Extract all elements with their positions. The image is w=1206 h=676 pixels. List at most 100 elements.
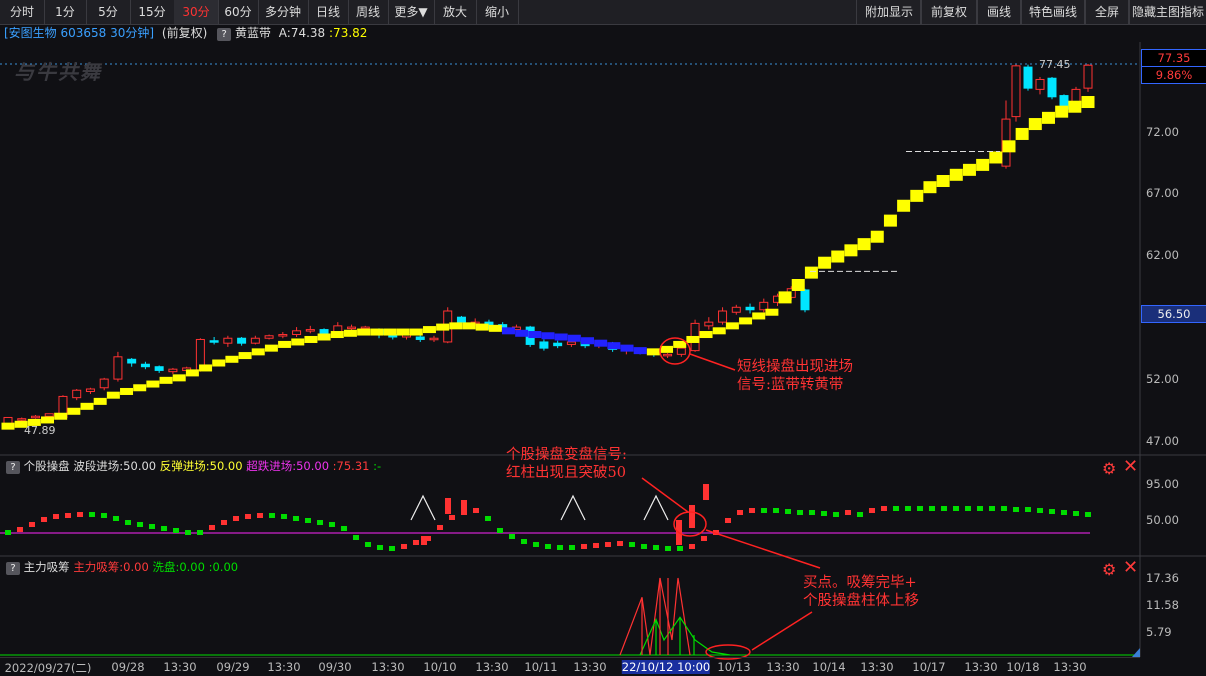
panel-stock-operation-title: ? 个股操盘 波段进场:50.00 反弹进场:50.00 超跌进场:50.00 … (0, 458, 381, 474)
signal-bar (445, 498, 451, 514)
operation-bar (197, 530, 203, 535)
date-label: 22/10/12 10:00 (621, 660, 711, 674)
band-segment (620, 344, 634, 352)
panel3-tick: 11.58 (1146, 598, 1179, 612)
candle-body (566, 341, 576, 345)
candle-body (731, 306, 741, 313)
annotation-arrow (705, 529, 821, 569)
operation-bar (161, 526, 167, 531)
operation-bar (41, 517, 47, 522)
operation-bar (113, 516, 119, 521)
operation-bar (989, 506, 995, 511)
panel2-tick: 95.00 (1146, 477, 1179, 491)
operation-bar (845, 510, 851, 515)
operation-bar (893, 506, 899, 511)
band-segment (264, 344, 278, 352)
date-label: 10/10 (423, 660, 457, 674)
band-segment (172, 374, 186, 382)
operation-bar (449, 515, 455, 520)
band-segment (212, 359, 226, 367)
candle-body (237, 337, 247, 344)
band-segment (1, 422, 15, 430)
operation-bar (1037, 508, 1043, 513)
panel-field: 波段进场:50.00 (73, 459, 157, 473)
candle-body (1023, 66, 1033, 89)
band-segment (93, 397, 107, 405)
operation-bar (125, 520, 131, 525)
candle-body (553, 342, 563, 347)
band-segment (949, 168, 963, 181)
band-segment (159, 376, 173, 384)
band-segment (923, 181, 937, 194)
band-segment (857, 238, 871, 251)
operation-bar (245, 514, 251, 519)
operation-bar (17, 527, 23, 532)
band-segment (515, 329, 529, 337)
operation-bar (701, 536, 707, 541)
candle-body (539, 341, 549, 349)
operation-bar (917, 506, 923, 511)
help-icon[interactable]: ? (6, 461, 20, 474)
candle-body (800, 289, 810, 311)
price-tick: 52.00 (1146, 372, 1179, 386)
operation-bar (437, 525, 443, 530)
candle-body (745, 306, 755, 311)
signal-bar (421, 536, 427, 545)
band-segment (133, 384, 147, 392)
annotation-line: 买点。吸筹完毕+ (803, 575, 917, 591)
date-label: 10/18 (1006, 660, 1040, 674)
panel-field: 洗盘:0.00 (152, 560, 205, 574)
band-segment (251, 348, 265, 356)
band-segment (554, 333, 568, 341)
candle-body (223, 337, 233, 344)
close-icon[interactable]: ✕ (1123, 559, 1138, 577)
operation-bar (785, 509, 791, 514)
operation-bar (1073, 511, 1079, 516)
band-segment (804, 266, 818, 279)
annotation-line: 红柱出现且突破50 (506, 465, 626, 481)
annotation-line: 个股操盘柱体上移 (803, 593, 919, 609)
help-icon[interactable]: ? (6, 562, 20, 575)
operation-bar (1025, 507, 1031, 512)
band-segment (541, 332, 555, 340)
operation-bar (485, 516, 491, 521)
band-segment (1055, 105, 1069, 118)
band-segment (317, 333, 331, 341)
candle-body (209, 340, 219, 343)
operation-bar (653, 545, 659, 550)
band-segment (80, 402, 94, 410)
panel-field: :75.31 (332, 459, 370, 473)
band-segment (962, 163, 976, 176)
band-segment (818, 256, 832, 269)
band-segment (791, 279, 805, 291)
operation-bar (101, 513, 107, 518)
operation-bar (821, 511, 827, 516)
operation-bar (545, 544, 551, 549)
operation-bar (329, 522, 335, 527)
candle-body (663, 353, 673, 357)
gear-icon[interactable]: ⚙ (1102, 459, 1116, 478)
close-icon[interactable]: ✕ (1123, 458, 1138, 476)
band-segment (67, 407, 81, 415)
triangle-icon (1132, 648, 1140, 657)
operation-bar (521, 539, 527, 544)
band-segment (976, 158, 990, 171)
operation-bar (725, 518, 731, 523)
date-label: 10/11 (524, 660, 558, 674)
operation-bar (53, 514, 59, 519)
band-segment (699, 331, 713, 339)
candle-body (347, 326, 357, 330)
panel-field: :0.00 (208, 560, 239, 574)
date-label: 13:30 (371, 660, 405, 674)
band-segment (910, 189, 924, 202)
candle-body (1047, 77, 1057, 98)
operation-bar (269, 513, 275, 518)
operation-bar (905, 506, 911, 511)
operation-bar (401, 544, 407, 549)
band-segment (475, 323, 489, 331)
gear-icon[interactable]: ⚙ (1102, 560, 1116, 579)
candle-body (718, 310, 728, 323)
band-segment (1028, 118, 1042, 131)
annotation-line: 个股操盘变盘信号: (506, 447, 627, 463)
candle-body (759, 301, 769, 311)
